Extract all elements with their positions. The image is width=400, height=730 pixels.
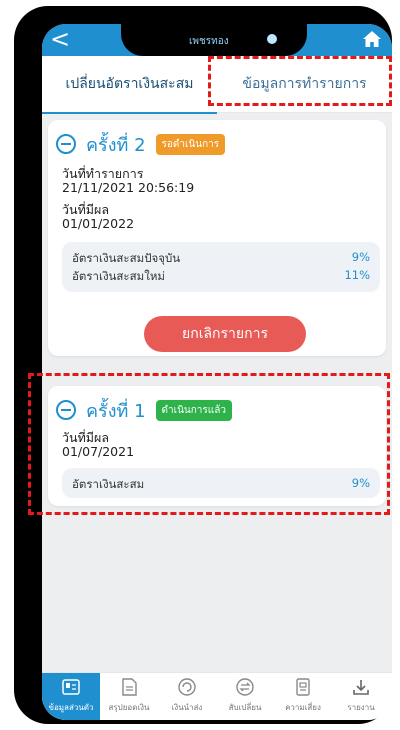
- download-icon: [353, 680, 369, 695]
- round-label: ครั้งที่ 2: [86, 134, 146, 156]
- annotation-highlight-transaction-tab: [208, 56, 392, 106]
- nav-label: ข้อมูลส่วนตัว: [48, 703, 94, 712]
- collapse-icon[interactable]: [56, 134, 76, 154]
- new-rate-label: อัตราเงินสะสมใหม่: [72, 269, 165, 283]
- tab-change-rate[interactable]: เปลี่ยนอัตราเงินสะสม: [42, 56, 217, 114]
- profile-card-icon: [62, 679, 80, 695]
- nav-item-profile[interactable]: ข้อมูลส่วนตัว: [42, 673, 100, 720]
- cancel-transaction-button[interactable]: ยกเลิกรายการ: [144, 316, 306, 352]
- exchange-icon: [236, 678, 254, 696]
- nav-label: ความเสี่ยง: [285, 703, 321, 712]
- back-icon[interactable]: <: [50, 26, 70, 52]
- nav-item-contribution[interactable]: เงินนำส่ง: [158, 673, 216, 720]
- app-screen: < เพชรทอง เปลี่ยนอัตราเงินสะสม ข้อมูลการ…: [42, 24, 392, 720]
- nav-item-switch[interactable]: สับเปลี่ยน: [216, 673, 274, 720]
- current-rate-label: อัตราเงินสะสมปัจจุบัน: [72, 251, 181, 265]
- effective-date-value: 01/01/2022: [62, 216, 135, 231]
- bottom-nav: ข้อมูลส่วนตัว สรุปยอดเงิน เงินนำส่ง สับเ…: [42, 672, 392, 720]
- transaction-date-value: 21/11/2021 20:56:19: [62, 180, 195, 195]
- rate-panel: อัตราเงินสะสมปัจจุบัน 9% อัตราเงินสะสมให…: [62, 242, 380, 292]
- current-rate-value: 9%: [351, 250, 370, 264]
- request-card-round-2: ครั้งที่ 2 รอดำเนินการ วันที่ทำรายการ 21…: [48, 120, 386, 356]
- nav-item-report[interactable]: รายงาน: [332, 673, 390, 720]
- new-rate-value: 11%: [344, 268, 370, 282]
- notch-title: เพชรทอง: [189, 36, 229, 46]
- card-header: ครั้งที่ 2 รอดำเนินการ: [56, 130, 226, 158]
- phone-notch: เพชรทอง: [121, 24, 307, 56]
- nav-item-summary[interactable]: สรุปยอดเงิน: [100, 673, 158, 720]
- nav-item-risk[interactable]: ความเสี่ยง: [274, 673, 332, 720]
- document-icon: [122, 678, 137, 696]
- camera-icon: [267, 34, 277, 44]
- annotation-highlight-round-1-card: [28, 373, 390, 515]
- status-badge: รอดำเนินการ: [155, 133, 226, 155]
- nav-label: สับเปลี่ยน: [228, 703, 262, 712]
- home-icon[interactable]: [362, 30, 382, 48]
- refresh-circle-icon: [178, 678, 196, 696]
- nav-label: รายงาน: [347, 703, 375, 712]
- nav-label: เงินนำส่ง: [171, 703, 203, 712]
- phone-frame: < เพชรทอง เปลี่ยนอัตราเงินสะสม ข้อมูลการ…: [14, 6, 392, 724]
- nav-label: สรุปยอดเงิน: [108, 703, 150, 712]
- risk-document-icon: [296, 678, 310, 696]
